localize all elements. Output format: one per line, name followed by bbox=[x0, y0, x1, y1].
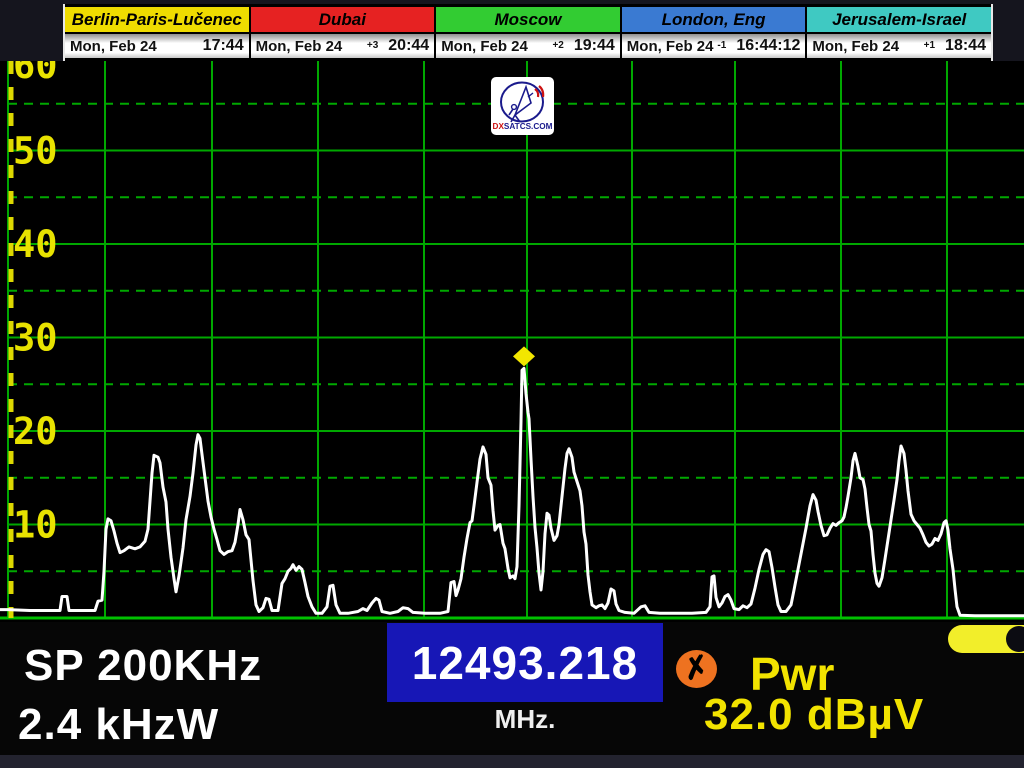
clock-time-row: Mon, Feb 24 17:44 bbox=[65, 34, 249, 58]
y-axis-label: 50 bbox=[13, 130, 58, 173]
clock-city-label: Moscow bbox=[436, 7, 620, 34]
clock-city-label: Dubai bbox=[251, 7, 435, 34]
clock-date: Mon, Feb 24 bbox=[441, 38, 528, 55]
slider-knob-icon[interactable] bbox=[1006, 626, 1024, 652]
dxsatcs-logo: DXSATCS.COM bbox=[491, 77, 554, 135]
y-axis-label: 60 bbox=[13, 61, 58, 87]
clock-time: 20:44 bbox=[388, 37, 429, 55]
spectrum-plot: 10 20 30 40 50 60 bbox=[0, 61, 1024, 622]
cancel-icon[interactable]: ✗ bbox=[676, 650, 717, 688]
clock-date: Mon, Feb 24 bbox=[256, 38, 343, 55]
utc-offset: +3 bbox=[367, 40, 388, 51]
power-value: 32.0 dBµV bbox=[704, 693, 924, 737]
clock-time: 16:44:12 bbox=[736, 37, 800, 55]
y-axis-label: 30 bbox=[13, 317, 58, 360]
resolution-label: 2.4 kHzW bbox=[18, 703, 219, 747]
clock-time-row: Mon, Feb 24 +320:44 bbox=[251, 34, 435, 58]
clock-cell: Moscow Mon, Feb 24 +219:44 bbox=[434, 7, 620, 58]
utc-offset: +1 bbox=[924, 40, 945, 51]
clock-city-label: Berlin-Paris-Lučenec bbox=[65, 7, 249, 34]
peak-marker-icon bbox=[513, 346, 535, 366]
clock-time-row: Mon, Feb 24-116:44:12 bbox=[622, 34, 806, 58]
clock-date: Mon, Feb 24 bbox=[70, 38, 157, 55]
utc-offset: -1 bbox=[717, 40, 736, 51]
clock-time: 19:44 bbox=[574, 37, 615, 55]
clock-date: Mon, Feb 24 bbox=[627, 38, 714, 55]
clock-cell: London, EngMon, Feb 24-116:44:12 bbox=[620, 7, 806, 58]
clock-time: 18:44 bbox=[945, 37, 986, 55]
y-axis-label: 40 bbox=[13, 223, 58, 266]
clock-cell: Dubai Mon, Feb 24 +320:44 bbox=[249, 7, 435, 58]
level-slider[interactable] bbox=[948, 625, 1024, 653]
clock-time-row: Mon, Feb 24 +118:44 bbox=[807, 34, 991, 58]
readout-panel: SP 200KHz 2.4 kHzW 12493.218 MHz. ✗ Pwr … bbox=[0, 622, 1024, 755]
bottom-margin-strip bbox=[0, 755, 1024, 768]
clock-time: 17:44 bbox=[203, 37, 244, 55]
world-clock-bar: Berlin-Paris-Lučenec Mon, Feb 24 17:44 Duba… bbox=[63, 4, 993, 61]
clock-date: Mon, Feb 24 bbox=[812, 38, 899, 55]
spectrum-chart: 10 20 30 40 50 60 DXSATCS.COM bbox=[0, 61, 1024, 622]
satellite-dish-icon: DXSATCS.COM bbox=[493, 79, 552, 133]
clock-time-row: Mon, Feb 24 +219:44 bbox=[436, 34, 620, 58]
y-axis-label: 20 bbox=[13, 410, 58, 453]
svg-text:DXSATCS.COM: DXSATCS.COM bbox=[493, 122, 552, 131]
y-axis-label: 10 bbox=[13, 504, 58, 547]
utc-offset bbox=[193, 40, 203, 51]
frequency-display: 12493.218 bbox=[387, 623, 663, 702]
frequency-value: 12493.218 bbox=[412, 640, 638, 686]
utc-offset: +2 bbox=[552, 40, 573, 51]
spectrum-trace bbox=[0, 368, 1024, 615]
span-label: SP 200KHz bbox=[24, 644, 262, 688]
cancel-icon-glyph: ✗ bbox=[681, 652, 712, 687]
clock-city-label: London, Eng bbox=[622, 7, 806, 34]
clock-city-label: Jerusalem-Israel bbox=[807, 7, 991, 34]
frequency-unit-label: MHz. bbox=[387, 706, 663, 732]
clock-cell: Jerusalem-Israel Mon, Feb 24 +118:44 bbox=[805, 7, 991, 58]
clock-cell: Berlin-Paris-Lučenec Mon, Feb 24 17:44 bbox=[65, 7, 249, 58]
